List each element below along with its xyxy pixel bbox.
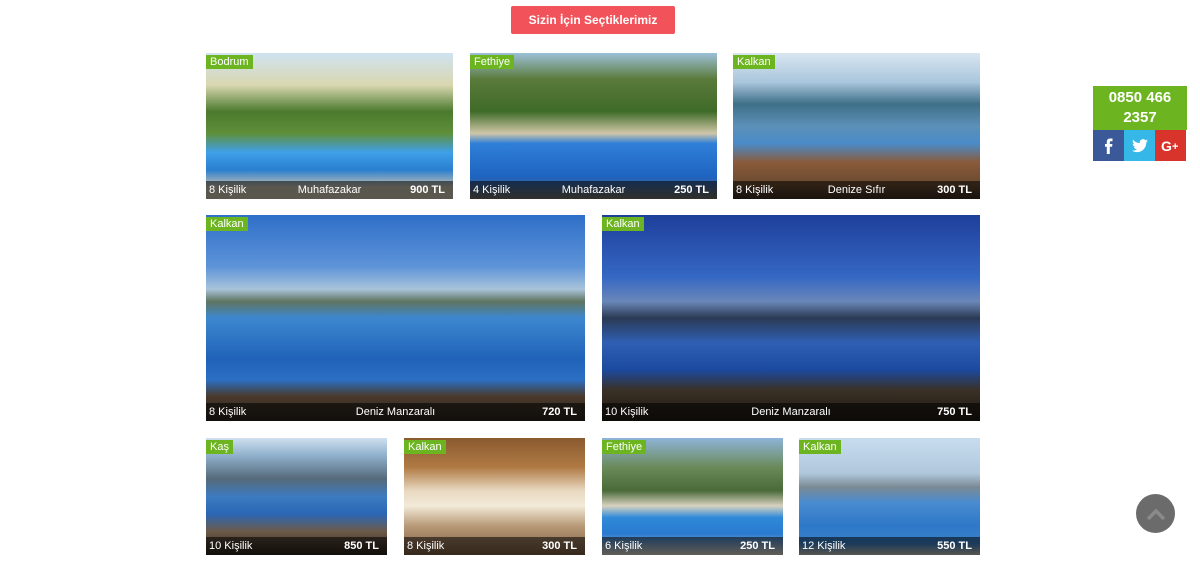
location-badge: Kalkan	[404, 440, 446, 454]
listing-card[interactable]: Bodrum 8 Kişilik Muhafazakar 900 TL	[206, 53, 453, 199]
price-label: 850 TL	[344, 540, 379, 552]
twitter-button[interactable]	[1124, 130, 1155, 161]
capacity-label: 4 Kişilik	[473, 184, 511, 196]
listing-card[interactable]: Kalkan 8 Kişilik Deniz Manzaralı 720 TL	[206, 215, 585, 421]
phone-number[interactable]: 0850 466 2357	[1093, 86, 1187, 130]
chevron-up-icon	[1146, 508, 1165, 520]
location-badge: Kaş	[206, 440, 233, 454]
listing-info-bar: 12 Kişilik 550 TL	[799, 537, 980, 555]
feature-label: Denize Sıfır	[827, 184, 886, 196]
listing-card[interactable]: Kalkan 12 Kişilik 550 TL	[799, 438, 980, 555]
price-label: 300 TL	[937, 184, 972, 196]
listing-info-bar: 4 Kişilik Muhafazakar 250 TL	[470, 181, 717, 199]
listing-info-bar: 10 Kişilik 850 TL	[206, 537, 387, 555]
svg-text:+: +	[1172, 141, 1178, 153]
location-badge: Kalkan	[799, 440, 841, 454]
listing-card[interactable]: Kalkan 8 Kişilik Denize Sıfır 300 TL	[733, 53, 980, 199]
listing-info-bar: 8 Kişilik Muhafazakar 900 TL	[206, 181, 453, 199]
price-label: 250 TL	[674, 184, 709, 196]
capacity-label: 10 Kişilik	[209, 540, 253, 552]
feature-label: Muhafazakar	[561, 184, 626, 196]
listing-info-bar: 6 Kişilik 250 TL	[602, 537, 783, 555]
capacity-label: 6 Kişilik	[605, 540, 643, 552]
capacity-label: 12 Kişilik	[802, 540, 846, 552]
feature-label: Deniz Manzaralı	[355, 406, 436, 418]
capacity-label: 8 Kişilik	[209, 406, 247, 418]
listing-info-bar: 10 Kişilik Deniz Manzaralı 750 TL	[602, 403, 980, 421]
location-badge: Fethiye	[602, 440, 647, 454]
villa-photo	[733, 53, 980, 199]
capacity-label: 8 Kişilik	[209, 184, 247, 196]
location-badge: Fethiye	[470, 55, 515, 69]
listing-info-bar: 8 Kişilik Denize Sıfır 300 TL	[733, 181, 980, 199]
facebook-button[interactable]	[1093, 130, 1124, 161]
price-label: 750 TL	[937, 406, 972, 418]
price-label: 720 TL	[542, 406, 577, 418]
listing-card[interactable]: Kalkan 8 Kişilik 300 TL	[404, 438, 585, 555]
feature-label: Deniz Manzaralı	[751, 406, 831, 418]
capacity-label: 8 Kişilik	[407, 540, 445, 552]
feature-label: Muhafazakar	[297, 184, 362, 196]
price-label: 300 TL	[542, 540, 577, 552]
villa-photo	[602, 215, 980, 421]
price-label: 250 TL	[740, 540, 775, 552]
capacity-label: 10 Kişilik	[605, 406, 649, 418]
listing-card[interactable]: Kalkan 10 Kişilik Deniz Manzaralı 750 TL	[602, 215, 980, 421]
villa-photo	[206, 53, 453, 199]
google-plus-icon: G +	[1161, 139, 1178, 153]
villa-photo	[206, 215, 585, 421]
facebook-icon	[1104, 138, 1112, 154]
location-badge: Kalkan	[733, 55, 775, 69]
scroll-to-top-button[interactable]	[1136, 494, 1175, 533]
section-title-button[interactable]: Sizin İçin Seçtiklerimiz	[511, 6, 675, 34]
price-label: 900 TL	[410, 184, 445, 196]
google-plus-button[interactable]: G +	[1155, 130, 1186, 161]
listing-info-bar: 8 Kişilik Deniz Manzaralı 720 TL	[206, 403, 585, 421]
location-badge: Bodrum	[206, 55, 253, 69]
listing-card[interactable]: Kaş 10 Kişilik 850 TL	[206, 438, 387, 555]
twitter-icon	[1131, 138, 1148, 152]
listing-card[interactable]: Fethiye 4 Kişilik Muhafazakar 250 TL	[470, 53, 717, 199]
location-badge: Kalkan	[206, 217, 248, 231]
location-badge: Kalkan	[602, 217, 644, 231]
listing-card[interactable]: Fethiye 6 Kişilik 250 TL	[602, 438, 783, 555]
villa-photo	[470, 53, 717, 199]
price-label: 550 TL	[937, 540, 972, 552]
svg-text:G: G	[1161, 139, 1172, 153]
capacity-label: 8 Kişilik	[736, 184, 774, 196]
listing-info-bar: 8 Kişilik 300 TL	[404, 537, 585, 555]
